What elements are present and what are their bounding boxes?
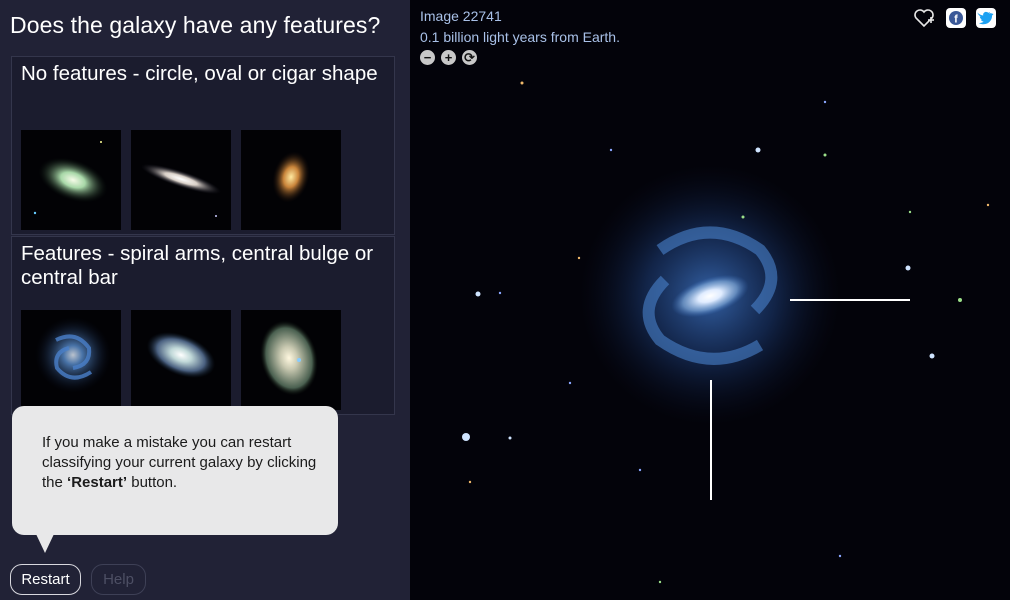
distance-label: 0.1 billion light years from Earth. bbox=[420, 29, 620, 45]
twitter-icon[interactable] bbox=[976, 8, 996, 28]
answer-no-features[interactable]: No features - circle, oval or cigar shap… bbox=[11, 56, 395, 235]
help-tooltip: If you make a mistake you can restart cl… bbox=[12, 406, 338, 535]
help-button[interactable]: Help bbox=[91, 564, 146, 595]
example-image-bulge bbox=[131, 310, 231, 410]
image-id: Image 22741 bbox=[420, 8, 502, 24]
svg-text:f: f bbox=[954, 14, 958, 26]
zoom-out-icon[interactable]: − bbox=[420, 50, 435, 65]
example-image-smooth-oval bbox=[241, 130, 341, 230]
question-title: Does the galaxy have any features? bbox=[10, 12, 381, 38]
answer-label: No features - circle, oval or cigar shap… bbox=[21, 62, 378, 85]
galaxy-image-viewer[interactable]: Image 22741 0.1 billion light years from… bbox=[410, 0, 1010, 600]
rotate-icon[interactable]: ⟳ bbox=[462, 50, 477, 65]
example-image-spiral bbox=[21, 310, 121, 410]
answer-features[interactable]: Features - spiral arms, central bulge or… bbox=[11, 236, 395, 415]
tooltip-text: If you make a mistake you can restart cl… bbox=[42, 434, 317, 491]
example-image-smooth-round bbox=[21, 130, 121, 230]
galaxy-image bbox=[462, 81, 990, 584]
favorite-icon[interactable] bbox=[913, 7, 935, 29]
facebook-icon[interactable]: f bbox=[946, 8, 966, 28]
tooltip-arrow bbox=[36, 534, 54, 553]
question-panel: Does the galaxy have any features? No fe… bbox=[0, 0, 410, 600]
example-image-barred bbox=[241, 310, 341, 410]
restart-button[interactable]: Restart bbox=[10, 564, 81, 595]
example-image-smooth-cigar bbox=[131, 130, 231, 230]
zoom-in-icon[interactable]: + bbox=[441, 50, 456, 65]
answer-label: Features - spiral arms, central bulge or… bbox=[21, 242, 374, 289]
